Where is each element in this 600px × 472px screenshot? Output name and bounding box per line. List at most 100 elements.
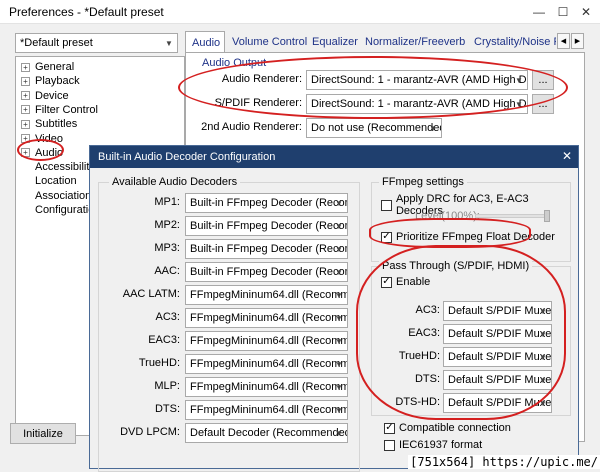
chevron-down-icon: ▼ (335, 428, 343, 438)
decoder-label: DVD LPCM: (120, 426, 180, 438)
passthrough-select[interactable]: Default S/PDIF Muxer ▼ (443, 324, 552, 344)
minimize-icon[interactable]: — (528, 0, 550, 24)
expand-icon[interactable]: + (21, 148, 30, 158)
expand-icon[interactable]: + (21, 119, 30, 129)
tab-scroll-left-icon[interactable]: ◀ (557, 33, 570, 49)
audio-decoder-dialog: Built-in Audio Decoder Configuration ✕ A… (89, 145, 579, 472)
preset-value: *Default preset (20, 37, 93, 49)
dialog-close-icon[interactable]: ✕ (562, 149, 572, 163)
float-decoder-checkbox[interactable]: ✓ (381, 231, 392, 243)
decoder-select[interactable]: Built-in FFmpeg Decoder (Recomr ▼ (185, 193, 348, 213)
preferences-title: Preferences - *Default preset (9, 5, 164, 19)
decoder-select[interactable]: FFmpegMininum64.dll (Recomme ▼ (185, 354, 348, 374)
tree-item-general[interactable]: + General (21, 60, 74, 74)
passthrough-label: TrueHD: (398, 350, 440, 362)
decoder-select[interactable]: FFmpegMininum64.dll (Recomme ▼ (185, 400, 348, 420)
expand-icon[interactable]: + (21, 62, 30, 72)
second-renderer-value: Do not use (Recommended) (311, 122, 442, 134)
compatible-checkbox[interactable]: ✓ (384, 422, 395, 434)
decoder-label: MLP: (154, 380, 180, 392)
enable-label: Enable (396, 276, 431, 288)
tree-item-audio[interactable]: + Audio (21, 146, 63, 160)
tree-item-subtitles[interactable]: + Subtitles (21, 117, 77, 131)
passthrough-select[interactable]: Default S/PDIF Muxer ▼ (443, 393, 552, 413)
passthrough-select[interactable]: Default S/PDIF Muxer ▼ (443, 370, 552, 390)
tree-item-label: Accessibility (35, 161, 95, 174)
decoder-select[interactable]: FFmpegMininum64.dll (Recomme ▼ (185, 308, 348, 328)
tree-item-accessibility[interactable]: Accessibility (21, 160, 95, 174)
chevron-down-icon: ▼ (335, 267, 343, 277)
decoder-value: Built-in FFmpeg Decoder (Recomr (190, 220, 348, 232)
decoder-value: FFmpegMininum64.dll (Recomme (190, 404, 348, 416)
passthrough-select[interactable]: Default S/PDIF Muxer ▼ (443, 347, 552, 367)
chevron-down-icon: ▼ (335, 382, 343, 392)
tab-crystality[interactable]: Crystality/Noise Redu (468, 31, 556, 53)
decoder-select[interactable]: Built-in FFmpeg Decoder (Recomr ▼ (185, 262, 348, 282)
tab-scroll-right-icon[interactable]: ▶ (571, 33, 584, 49)
initialize-button[interactable]: Initialize (10, 423, 76, 444)
spdif-renderer-label: S/PDIF Renderer: (214, 97, 302, 109)
close-icon[interactable]: ✕ (575, 0, 597, 24)
decoder-value: FFmpegMininum64.dll (Recomme (190, 289, 348, 301)
chevron-down-icon: ▼ (335, 313, 343, 323)
available-decoders-title: Available Audio Decoders (109, 176, 241, 188)
decoder-select[interactable]: FFmpegMininum64.dll (Recomme ▼ (185, 377, 348, 397)
tree-item-location[interactable]: Location (21, 174, 77, 188)
expand-icon[interactable]: + (21, 134, 30, 143)
tree-item-device[interactable]: + Device (21, 89, 69, 103)
watermark: [751x564] https://upic.me/ (408, 455, 600, 469)
tab-normalizer[interactable]: Normalizer/Freeverb (359, 31, 471, 53)
float-decoder-checkbox-row[interactable]: ✓ Prioritize FFmpeg Float Decoder (381, 231, 555, 243)
passthrough-select[interactable]: Default S/PDIF Muxer ▼ (443, 301, 552, 321)
tree-item-filter-control[interactable]: + Filter Control (21, 103, 98, 117)
decoder-value: Built-in FFmpeg Decoder (Recomr (190, 243, 348, 255)
float-decoder-label: Prioritize FFmpeg Float Decoder (396, 231, 555, 243)
drc-checkbox[interactable] (381, 199, 392, 211)
decoder-select[interactable]: FFmpegMininum64.dll (Recomme ▼ (185, 285, 348, 305)
audio-renderer-select[interactable]: DirectSound: 1 - marantz-AVR (AMD High D… (306, 70, 528, 90)
drc-level-slider[interactable] (475, 214, 550, 218)
chevron-down-icon: ▼ (335, 359, 343, 369)
tree-item-label: Device (35, 89, 69, 102)
decoder-value: Built-in FFmpeg Decoder (Recomr (190, 266, 348, 278)
decoder-select[interactable]: Default Decoder (Recommended) ▼ (185, 423, 348, 443)
tree-item-association[interactable]: Association (21, 189, 91, 203)
compatible-checkbox-row[interactable]: ✓ Compatible connection (384, 422, 511, 434)
decoder-value: FFmpegMininum64.dll (Recomme (190, 358, 348, 370)
enable-checkbox-row[interactable]: ✓ Enable (381, 276, 430, 288)
decoder-select[interactable]: Built-in FFmpeg Decoder (Recomr ▼ (185, 216, 348, 236)
decoder-value: FFmpegMininum64.dll (Recomme (190, 381, 348, 393)
preset-dropdown[interactable]: *Default preset ▼ (15, 33, 178, 53)
decoder-select[interactable]: FFmpegMininum64.dll (Recomme ▼ (185, 331, 348, 351)
expand-icon[interactable]: + (21, 105, 30, 115)
tree-item-playback[interactable]: + Playback (21, 74, 80, 88)
passthrough-label: DTS-HD: (395, 396, 440, 408)
iec-checkbox[interactable] (384, 439, 395, 451)
tab-equalizer[interactable]: Equalizer (306, 31, 364, 53)
tab-volume-control[interactable]: Volume Control (226, 31, 313, 53)
tree-item-label: General (35, 61, 75, 73)
decoder-label: MP3: (154, 242, 180, 254)
passthrough-title: Pass Through (S/PDIF, HDMI) (379, 260, 533, 272)
chevron-down-icon: ▼ (515, 75, 523, 85)
audio-renderer-browse-button[interactable]: ... (532, 70, 554, 90)
spdif-renderer-browse-button[interactable]: ... (532, 94, 554, 114)
tab-audio[interactable]: Audio (185, 31, 225, 53)
passthrough-label: DTS: (414, 373, 440, 385)
tree-item-video[interactable]: + Video (21, 132, 63, 146)
chevron-down-icon: ▼ (429, 123, 437, 133)
expand-icon[interactable]: + (21, 91, 30, 101)
spdif-renderer-select[interactable]: DirectSound: 1 - marantz-AVR (AMD High D… (306, 94, 528, 114)
chevron-down-icon: ▼ (539, 375, 547, 385)
maximize-icon[interactable]: ☐ (552, 0, 574, 24)
decoder-label: MP1: (154, 196, 180, 208)
decoder-select[interactable]: Built-in FFmpeg Decoder (Recomr ▼ (185, 239, 348, 259)
enable-checkbox[interactable]: ✓ (381, 276, 392, 288)
decoder-label: TrueHD: (138, 357, 180, 369)
drc-level-slider-thumb[interactable] (544, 210, 550, 222)
chevron-down-icon: ▼ (335, 198, 343, 208)
second-renderer-select[interactable]: Do not use (Recommended) ▼ (306, 118, 442, 138)
expand-icon[interactable]: + (21, 76, 30, 86)
chevron-down-icon: ▼ (335, 244, 343, 254)
iec-checkbox-row[interactable]: IEC61937 format (384, 439, 482, 451)
